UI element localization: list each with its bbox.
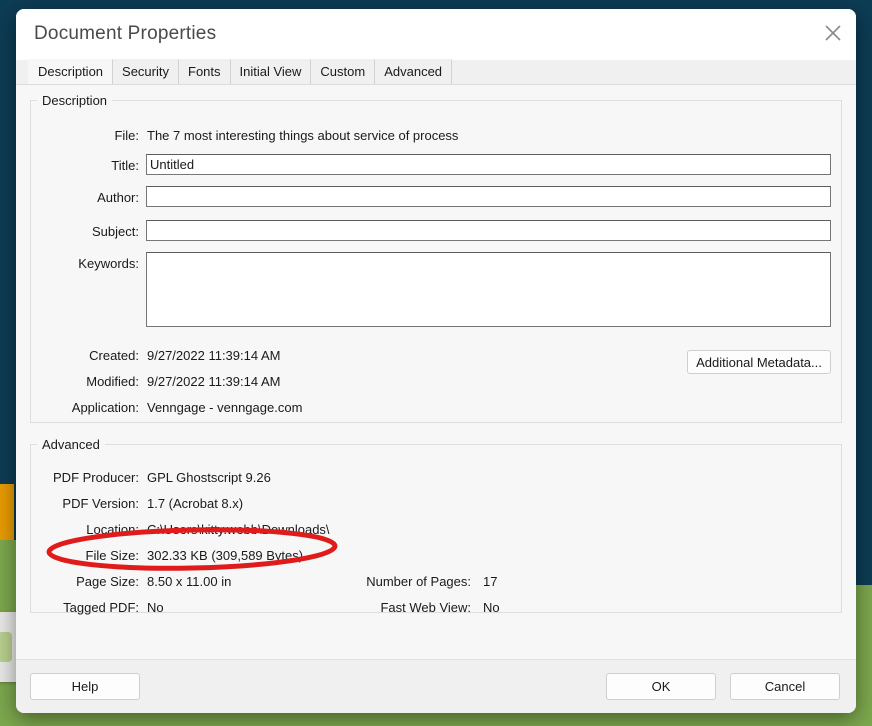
keywords-input[interactable] (146, 252, 831, 327)
fast-web-view-value: No (483, 598, 500, 618)
keywords-label: Keywords: (31, 254, 139, 274)
application-label: Application: (31, 398, 139, 418)
field-row-pdf-producer: PDF Producer: GPL Ghostscript 9.26 (31, 468, 841, 488)
pdf-producer-value: GPL Ghostscript 9.26 (147, 468, 271, 488)
pdf-version-value: 1.7 (Acrobat 8.x) (147, 494, 243, 514)
modified-value: 9/27/2022 11:39:14 AM (147, 372, 280, 392)
author-input[interactable] (146, 186, 831, 207)
field-row-modified: Modified: 9/27/2022 11:39:14 AM (31, 372, 841, 392)
file-size-value: 302.33 KB (309,589 Bytes) (147, 546, 303, 566)
tab-fonts[interactable]: Fonts (178, 59, 231, 84)
location-value: C:\Users\kitty.webb\Downloads\ (147, 520, 330, 540)
modified-label: Modified: (31, 372, 139, 392)
subject-input[interactable] (146, 220, 831, 241)
application-value: Venngage - venngage.com (147, 398, 302, 418)
title-input[interactable] (146, 154, 831, 175)
field-row-page-size: Page Size: 8.50 x 11.00 in Number of Pag… (31, 572, 841, 592)
description-group: Description File: The 7 most interesting… (30, 93, 842, 423)
additional-metadata-button[interactable]: Additional Metadata... (687, 350, 831, 374)
fast-web-view-label: Fast Web View: (341, 598, 471, 618)
close-icon[interactable] (810, 9, 856, 56)
field-row-tagged-pdf: Tagged PDF: No Fast Web View: No (31, 598, 841, 618)
tagged-pdf-label: Tagged PDF: (31, 598, 139, 618)
subject-label: Subject: (31, 222, 139, 242)
desktop-background-shape-inner (0, 632, 12, 662)
cancel-button[interactable]: Cancel (730, 673, 840, 700)
field-row-application: Application: Venngage - venngage.com (31, 398, 841, 418)
file-label: File: (31, 126, 139, 146)
tab-advanced[interactable]: Advanced (374, 59, 452, 84)
dialog-footer: Help OK Cancel (16, 659, 856, 713)
advanced-group: Advanced PDF Producer: GPL Ghostscript 9… (30, 437, 842, 613)
description-group-legend: Description (37, 93, 112, 108)
file-size-label: File Size: (31, 546, 139, 566)
file-value: The 7 most interesting things about serv… (147, 126, 458, 146)
created-value: 9/27/2022 11:39:14 AM (147, 346, 280, 366)
field-row-file-size: File Size: 302.33 KB (309,589 Bytes) (31, 546, 841, 566)
number-of-pages-label: Number of Pages: (341, 572, 471, 592)
pdf-version-label: PDF Version: (31, 494, 139, 514)
tab-initial-view[interactable]: Initial View (230, 59, 312, 84)
created-label: Created: (31, 346, 139, 366)
tab-strip: Description Security Fonts Initial View … (16, 60, 856, 85)
dialog-title: Document Properties (34, 23, 216, 45)
tab-custom[interactable]: Custom (310, 59, 375, 84)
author-label: Author: (31, 188, 139, 208)
advanced-group-legend: Advanced (37, 437, 105, 452)
location-label: Location: (31, 520, 139, 540)
page-size-label: Page Size: (31, 572, 139, 592)
page-size-value: 8.50 x 11.00 in (147, 572, 231, 592)
help-button[interactable]: Help (30, 673, 140, 700)
tab-security[interactable]: Security (112, 59, 179, 84)
tagged-pdf-value: No (147, 598, 164, 618)
field-row-location: Location: C:\Users\kitty.webb\Downloads\ (31, 520, 841, 540)
dialog-body: Description File: The 7 most interesting… (16, 85, 856, 659)
pdf-producer-label: PDF Producer: (31, 468, 139, 488)
dialog-titlebar: Document Properties (16, 9, 856, 60)
number-of-pages-value: 17 (483, 572, 497, 592)
ok-button[interactable]: OK (606, 673, 716, 700)
desktop-orange-strip (0, 484, 14, 540)
field-row-pdf-version: PDF Version: 1.7 (Acrobat 8.x) (31, 494, 841, 514)
title-label: Title: (31, 156, 139, 176)
field-row-file: File: The 7 most interesting things abou… (31, 126, 841, 146)
document-properties-dialog: Document Properties Description Security… (16, 9, 856, 713)
tab-description[interactable]: Description (28, 59, 113, 84)
